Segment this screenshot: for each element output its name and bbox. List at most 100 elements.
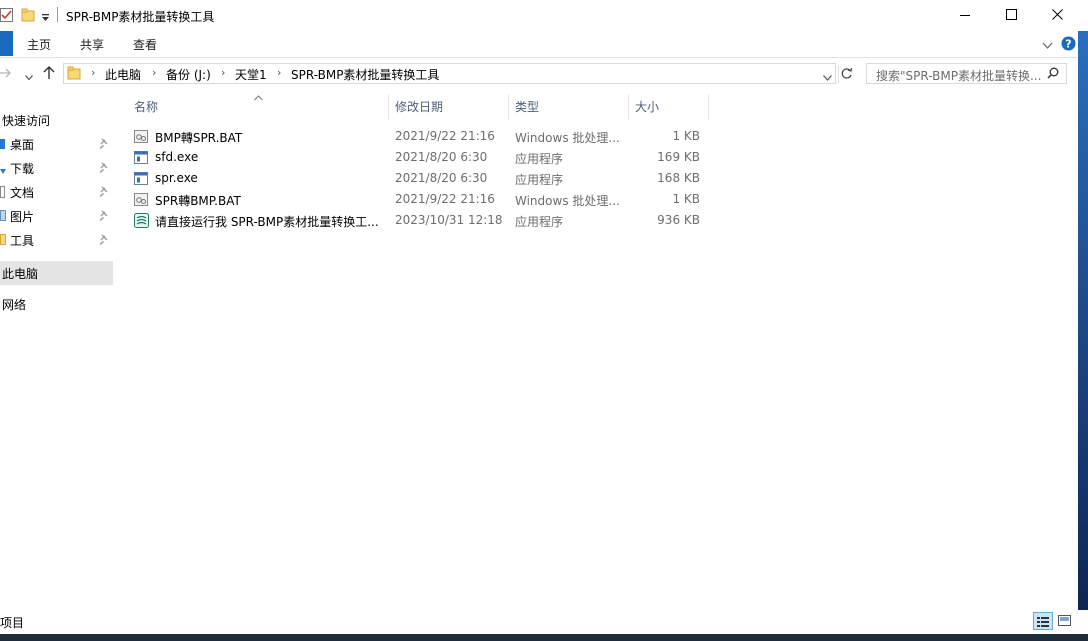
recent-locations-icon[interactable]	[25, 70, 33, 84]
window-title: SPR-BMP素材批量转换工具	[66, 10, 215, 24]
nav-item-label: 下载	[10, 161, 35, 176]
search-input[interactable]: 搜索"SPR-BMP素材批量转换...	[866, 63, 1067, 84]
file-row[interactable]: SPR轉BMP.BAT 2021/9/22 21:16 Windows 批处理.…	[128, 189, 708, 210]
title-divider	[57, 7, 58, 22]
minimize-icon	[960, 9, 970, 23]
nav-item-desktop[interactable]: 桌面	[0, 132, 113, 156]
nav-quick-access[interactable]: 快速访问	[0, 108, 113, 132]
file-size: 168 KB	[657, 171, 700, 185]
column-divider[interactable]	[508, 94, 509, 120]
maximize-button[interactable]	[988, 0, 1034, 31]
address-dropdown-icon[interactable]	[823, 70, 832, 84]
maximize-icon	[1005, 8, 1017, 23]
qat-dropdown-icon[interactable]	[41, 11, 50, 25]
taskbar	[0, 634, 1088, 641]
file-type: Windows 批处理...	[515, 131, 620, 145]
ribbon-expand-icon[interactable]	[1042, 39, 1053, 53]
breadcrumb-tiantang[interactable]: 天堂1	[235, 66, 267, 83]
breadcrumb-this-pc[interactable]: 此电脑	[105, 66, 141, 83]
file-name: SPR轉BMP.BAT	[155, 194, 241, 208]
nav-item-downloads[interactable]: 下载	[0, 156, 113, 180]
tab-share[interactable]: 共享	[80, 36, 104, 53]
details-view-button[interactable]	[1033, 612, 1053, 630]
file-size: 1 KB	[672, 192, 700, 206]
chevron-right-icon[interactable]: ›	[221, 66, 225, 79]
svg-text:?: ?	[1065, 38, 1071, 51]
help-icon[interactable]: ?	[1061, 36, 1076, 54]
file-size: 936 KB	[657, 213, 700, 227]
nav-item-label: 图片	[10, 209, 35, 224]
file-type: 应用程序	[515, 173, 564, 187]
column-header-date[interactable]: 修改日期	[395, 98, 443, 115]
item-count-label: 项目	[0, 616, 25, 630]
column-divider[interactable]	[388, 94, 389, 120]
folder-icon	[0, 234, 6, 245]
nav-item-tools[interactable]: 工具	[0, 228, 113, 252]
large-icons-view-icon[interactable]	[1058, 615, 1071, 629]
breadcrumb-current-folder[interactable]: SPR-BMP素材批量转换工具	[291, 66, 439, 83]
pin-icon[interactable]	[99, 186, 109, 200]
column-divider[interactable]	[708, 94, 709, 120]
file-tab[interactable]	[0, 31, 13, 56]
column-divider[interactable]	[628, 94, 629, 120]
sort-ascending-icon	[254, 90, 263, 104]
column-header-size[interactable]: 大小	[635, 98, 659, 115]
bat-icon	[134, 192, 149, 207]
pin-icon[interactable]	[99, 210, 109, 224]
search-icon	[1047, 67, 1059, 82]
file-type: 应用程序	[515, 215, 564, 229]
column-header-name[interactable]: 名称	[134, 98, 158, 115]
exe-icon	[134, 171, 149, 186]
tab-home[interactable]: 主页	[27, 36, 51, 53]
nav-item-label: 此电脑	[2, 266, 39, 281]
file-date: 2021/8/20 6:30	[395, 171, 488, 185]
file-date: 2023/10/31 12:18	[395, 213, 503, 227]
file-row[interactable]: spr.exe 2021/8/20 6:30 应用程序 168 KB	[128, 168, 708, 189]
nav-item-pictures[interactable]: 图片	[0, 204, 113, 228]
nav-item-label: 桌面	[10, 137, 35, 152]
nav-item-this-pc[interactable]: 此电脑	[0, 261, 113, 285]
nav-item-label: 文档	[10, 185, 35, 200]
properties-icon[interactable]	[0, 8, 13, 25]
up-icon[interactable]	[43, 66, 55, 83]
tab-view[interactable]: 查看	[133, 36, 157, 53]
nav-quick-access-label: 快速访问	[2, 113, 51, 128]
nav-item-documents[interactable]: 文档	[0, 180, 113, 204]
address-divider	[838, 65, 839, 83]
file-size: 1 KB	[672, 129, 700, 143]
pin-icon[interactable]	[99, 162, 109, 176]
pin-icon[interactable]	[99, 234, 109, 248]
nav-item-network[interactable]: 网络	[0, 292, 113, 316]
column-header-type[interactable]: 类型	[515, 98, 539, 115]
forward-icon[interactable]	[0, 67, 12, 82]
minimize-button[interactable]	[942, 0, 988, 31]
file-name: 请直接运行我 SPR-BMP素材批量转换工...	[155, 215, 379, 229]
chevron-right-icon[interactable]: ›	[277, 66, 281, 79]
search-placeholder: 搜索"SPR-BMP素材批量转换...	[876, 69, 1042, 83]
pin-icon[interactable]	[99, 138, 109, 152]
desktop-background	[1078, 31, 1088, 634]
file-name: spr.exe	[155, 171, 198, 185]
file-row[interactable]: BMP轉SPR.BAT 2021/9/22 21:16 Windows 批处理.…	[128, 126, 708, 147]
file-size: 169 KB	[657, 150, 700, 164]
refresh-icon[interactable]	[840, 67, 853, 83]
chevron-right-icon[interactable]: ›	[91, 66, 95, 79]
close-button[interactable]	[1034, 0, 1080, 31]
status-bar: 项目	[0, 610, 1088, 634]
file-name: BMP轉SPR.BAT	[155, 131, 243, 145]
file-type: 应用程序	[515, 152, 564, 166]
file-date: 2021/8/20 6:30	[395, 150, 488, 164]
file-row[interactable]: sfd.exe 2021/8/20 6:30 应用程序 169 KB	[128, 147, 708, 168]
breadcrumb-drive[interactable]: 备份 (J:)	[166, 66, 211, 83]
desktop-icon	[0, 139, 5, 149]
details-view-icon	[1037, 616, 1049, 630]
chevron-right-icon[interactable]: ›	[152, 66, 156, 79]
title-bar: SPR-BMP素材批量转换工具	[0, 0, 1088, 31]
bat-icon	[134, 129, 149, 144]
app-icon	[134, 213, 149, 228]
file-type: Windows 批处理...	[515, 194, 620, 208]
new-folder-icon[interactable]	[21, 8, 35, 25]
document-icon	[0, 186, 5, 198]
picture-icon	[0, 210, 6, 221]
file-row[interactable]: 请直接运行我 SPR-BMP素材批量转换工... 2023/10/31 12:1…	[128, 210, 708, 231]
